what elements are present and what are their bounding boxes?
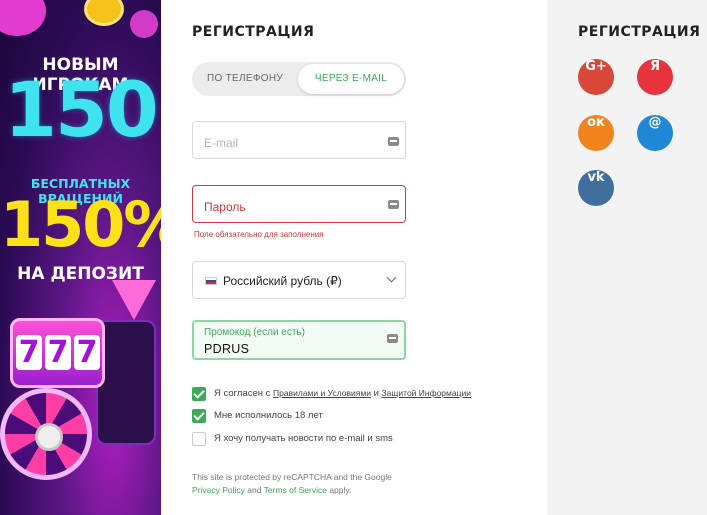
banner-deposit-percent: 150% — [0, 188, 161, 261]
privacy-policy-link[interactable]: Privacy Policy — [192, 485, 245, 495]
registration-form: РЕГИСТРАЦИЯ ПО ТЕЛЕФОНУ ЧЕРЕЗ E-MAIL E-m… — [161, 0, 547, 515]
currency-select[interactable]: Российский рубль (₽) — [192, 261, 406, 299]
tab-by-phone[interactable]: ПО ТЕЛЕФОНУ — [196, 64, 294, 94]
slot-symbol: 7 — [74, 335, 100, 370]
google-plus-icon[interactable]: G+ — [578, 59, 614, 95]
recaptcha-suffix: apply. — [326, 485, 352, 495]
news-checkbox-label: Я хочу получать новости по e-mail и sms — [214, 433, 393, 444]
slot-symbol: 7 — [16, 335, 42, 370]
currency-selected-value: Российский рубль (₽) — [223, 274, 342, 288]
terms-middle: и — [370, 388, 382, 399]
news-checkbox[interactable] — [192, 432, 206, 446]
age-checkbox[interactable] — [192, 409, 206, 423]
rules-link[interactable]: Правилами и Условиями — [273, 388, 371, 398]
social-title: РЕГИСТРАЦИЯ — [578, 24, 701, 40]
form-title: РЕГИСТРАЦИЯ — [192, 24, 315, 40]
registration-page: НОВЫМ ИГРОКАМ 150 БЕСПЛАТНЫХ ВРАЩЕНИЙ 15… — [0, 0, 707, 515]
banner-free-spins-count: 150 — [4, 65, 159, 154]
password-manager-icon[interactable] — [388, 200, 399, 209]
password-field[interactable]: Пароль — [192, 185, 406, 223]
yandex-icon[interactable]: Я — [637, 59, 673, 95]
terms-prefix: Я согласен с — [214, 388, 274, 399]
password-placeholder: Пароль — [204, 200, 246, 214]
roulette-wheel-icon — [0, 388, 92, 480]
email-placeholder: E-mail — [204, 136, 239, 150]
phone-illustration — [96, 320, 156, 445]
promo-code-field[interactable]: Промокод (если есть) PDRUS — [192, 320, 406, 360]
password-error-message: Поле обязательно для заполнения — [194, 230, 324, 239]
gem-icon — [112, 280, 156, 320]
chevron-down-icon — [386, 272, 397, 283]
registration-method-toggle: ПО ТЕЛЕФОНУ ЧЕРЕЗ E-MAIL — [192, 62, 406, 96]
decor-shape — [130, 10, 158, 38]
mail-ru-icon[interactable]: @ — [637, 115, 673, 151]
russia-flag-icon — [205, 277, 217, 285]
password-manager-icon[interactable] — [387, 334, 398, 343]
promo-banner[interactable]: НОВЫМ ИГРОКАМ 150 БЕСПЛАТНЫХ ВРАЩЕНИЙ 15… — [0, 0, 161, 515]
age-checkbox-label: Мне исполнилось 18 лет — [214, 410, 323, 421]
promo-code-value: PDRUS — [204, 342, 250, 356]
decor-shape — [0, 0, 46, 36]
recaptcha-notice: This site is protected by reCAPTCHA and … — [192, 471, 432, 497]
terms-checkbox[interactable] — [192, 387, 206, 401]
password-manager-icon[interactable] — [388, 137, 399, 146]
email-field[interactable]: E-mail — [192, 121, 406, 159]
slot-machine-icon: 777 — [10, 318, 105, 388]
terms-of-service-link[interactable]: Terms of Service — [264, 485, 327, 495]
recaptcha-text: This site is protected by reCAPTCHA and … — [192, 472, 392, 482]
promo-code-label: Промокод (если есть) — [204, 327, 305, 338]
recaptcha-and: and — [244, 485, 264, 495]
vkontakte-icon[interactable]: vk — [578, 170, 614, 206]
social-registration-panel: РЕГИСТРАЦИЯ G+ Я ок @ vk — [547, 0, 707, 515]
coin-icon — [84, 0, 124, 26]
privacy-protection-link[interactable]: Защитой Информации — [382, 388, 471, 398]
slot-symbol: 7 — [45, 335, 71, 370]
terms-checkbox-label: Я согласен с Правилами и Условиями и Защ… — [214, 388, 471, 399]
odnoklassniki-icon[interactable]: ок — [578, 115, 614, 151]
tab-by-email[interactable]: ЧЕРЕЗ E-MAIL — [298, 64, 404, 94]
